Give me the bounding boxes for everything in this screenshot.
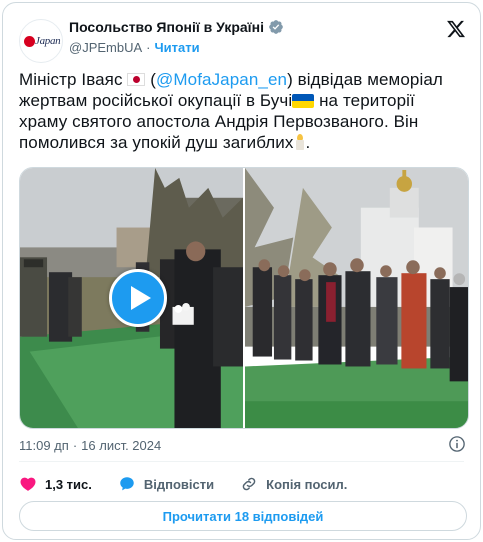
author-name-row: Посольство Японії в Україні bbox=[69, 19, 284, 35]
ukraine-flag-emoji-icon bbox=[292, 94, 315, 108]
tweet-actions: 1,3 тис. Відповісти Копія посил. bbox=[19, 473, 373, 495]
like-button[interactable]: 1,3 тис. bbox=[19, 475, 92, 493]
verified-badge-icon bbox=[269, 20, 283, 34]
likes-count: 1,3 тис. bbox=[45, 476, 92, 492]
info-icon[interactable] bbox=[448, 435, 466, 453]
candle-emoji-icon bbox=[294, 134, 306, 150]
japan-sun-logo-icon bbox=[24, 36, 35, 47]
media-grid[interactable] bbox=[19, 167, 469, 429]
photo-thumbnail[interactable] bbox=[245, 168, 468, 428]
read-replies-button[interactable]: Прочитати 18 відповідей bbox=[19, 501, 467, 531]
tweet-timestamp[interactable]: 11:09 дп · 16 лист. 2024 bbox=[19, 438, 161, 453]
tweet-card[interactable]: Japan Посольство Японії в Україні @JPEmb… bbox=[2, 2, 481, 540]
mention-link[interactable]: @MofaJapan_en bbox=[156, 70, 287, 89]
timestamp-separator: · bbox=[72, 438, 78, 453]
author-handle-row: @JPEmbUA · Читати bbox=[69, 40, 200, 55]
x-logo-icon[interactable] bbox=[446, 19, 466, 39]
heart-icon bbox=[20, 477, 36, 491]
author-handle[interactable]: @JPEmbUA bbox=[69, 40, 142, 55]
link-icon bbox=[242, 477, 256, 491]
tweet-text: Міністр Іваяc (@MofaJapan_en) відвідав м… bbox=[19, 69, 467, 153]
timestamp-date: 16 лист. 2024 bbox=[81, 438, 162, 453]
play-icon bbox=[130, 286, 151, 310]
tweet-header: Japan Посольство Японії в Україні @JPEmb… bbox=[19, 17, 468, 63]
tweet-text-part1: Міністр Іваяc bbox=[19, 70, 123, 89]
copy-link-button[interactable]: Копія посил. bbox=[240, 475, 347, 493]
japan-flag-emoji-icon bbox=[127, 73, 146, 86]
reply-bubble-icon bbox=[120, 477, 134, 491]
timestamp-time: 11:09 дп bbox=[19, 438, 69, 453]
video-thumbnail[interactable] bbox=[20, 168, 243, 428]
handle-separator: · bbox=[146, 40, 151, 55]
avatar[interactable]: Japan bbox=[19, 19, 63, 63]
photo-thumbnail-image bbox=[245, 168, 468, 428]
copy-link-label: Копія посил. bbox=[266, 476, 348, 492]
reply-label: Відповісти bbox=[143, 476, 215, 492]
avatar-logo-text: Japan bbox=[35, 35, 61, 47]
play-button[interactable] bbox=[109, 269, 167, 327]
reply-button[interactable]: Відповісти bbox=[118, 475, 214, 493]
author-display-name[interactable]: Посольство Японії в Україні bbox=[69, 19, 264, 35]
divider bbox=[19, 461, 464, 462]
follow-button[interactable]: Читати bbox=[155, 40, 200, 55]
tweet-text-open-paren: ( bbox=[145, 70, 157, 89]
tweet-text-part4: . bbox=[305, 133, 311, 152]
